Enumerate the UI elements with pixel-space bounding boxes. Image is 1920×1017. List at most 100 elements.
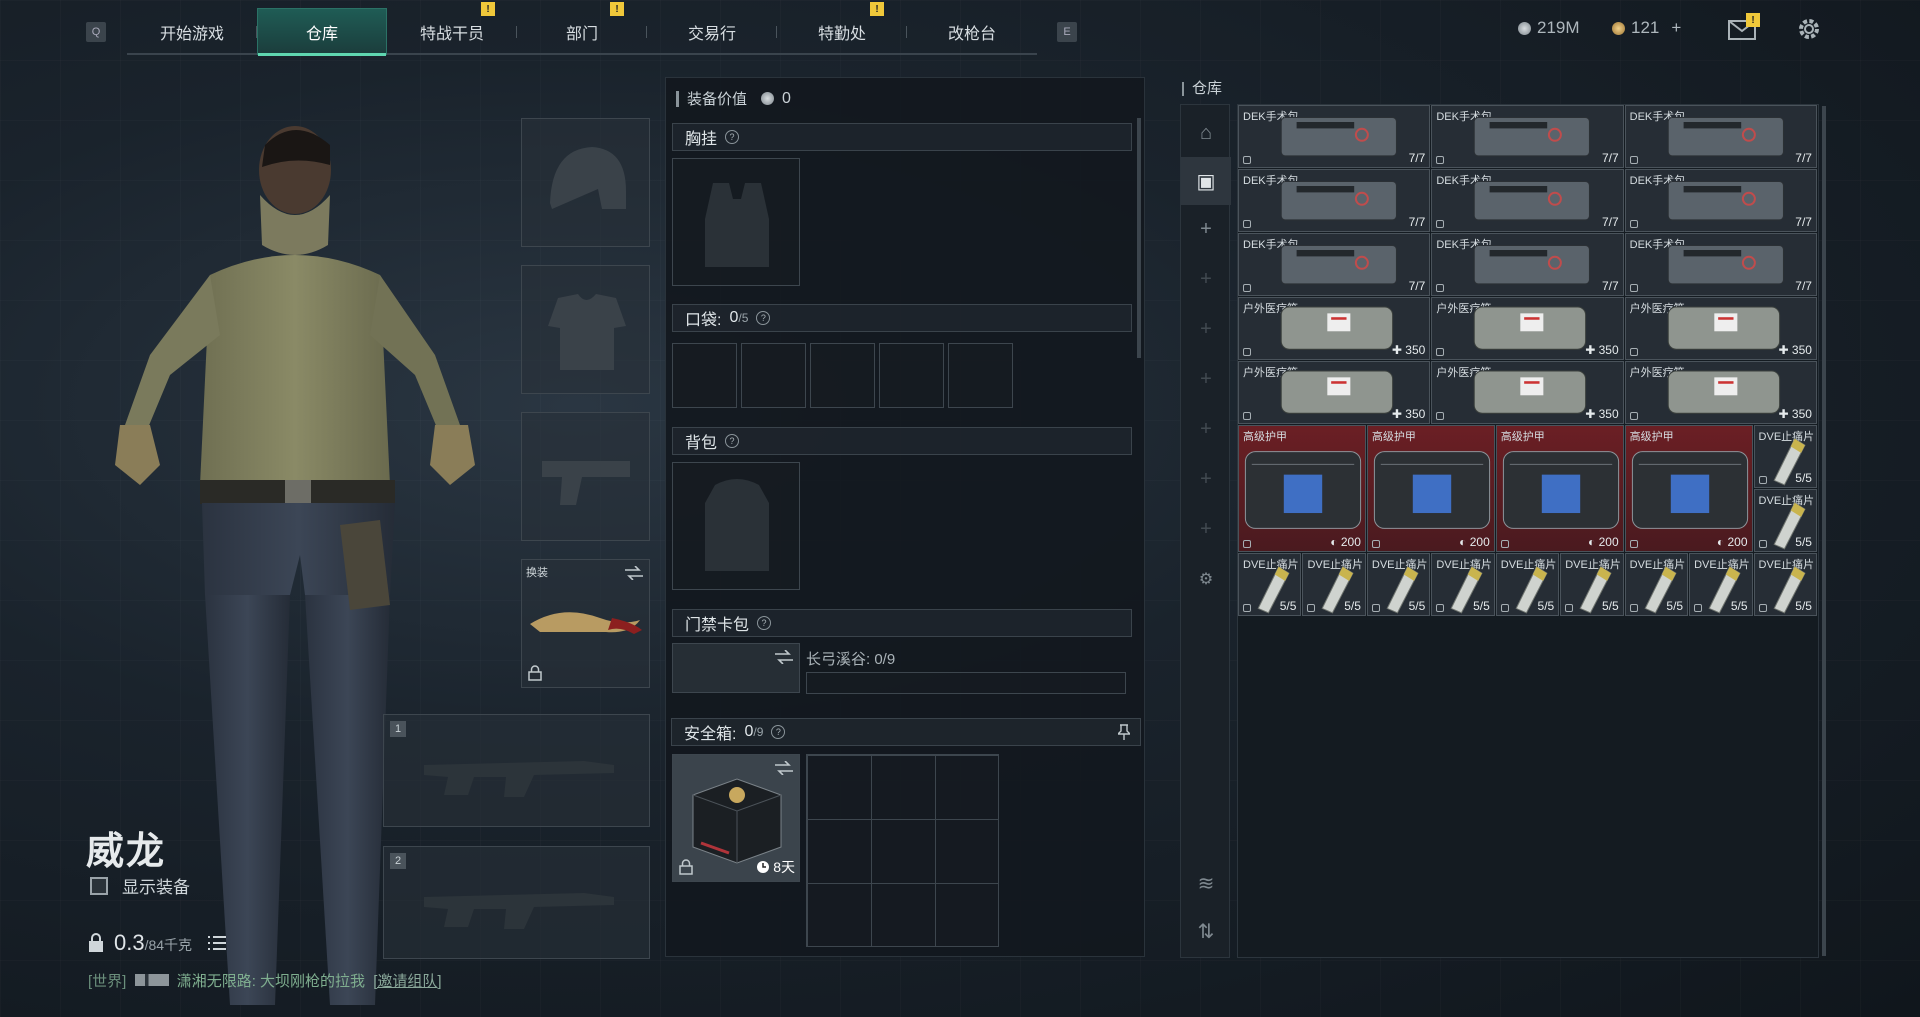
armor-icon	[1244, 451, 1362, 529]
help-icon[interactable]: ?	[757, 616, 772, 630]
warehouse-item[interactable]: DVE止痛片 5/5	[1560, 553, 1624, 616]
warehouse-item[interactable]: DEK手术包 7/7	[1624, 169, 1817, 232]
list-icon[interactable]	[208, 935, 227, 951]
pocket-slot[interactable]	[948, 343, 1013, 408]
add-tab-icon[interactable]: +	[1181, 405, 1231, 453]
surgical-kit-icon	[1280, 181, 1397, 221]
add-tab-icon[interactable]: +	[1181, 305, 1231, 353]
warehouse-item[interactable]: DEK手术包 7/7	[1431, 169, 1624, 232]
surgical-kit-icon	[1474, 181, 1591, 221]
add-tab-icon[interactable]: +	[1181, 255, 1231, 303]
warehouse-item[interactable]: DVE止痛片 5/5	[1495, 553, 1560, 616]
help-icon[interactable]: ?	[725, 130, 740, 144]
pin-icon[interactable]	[1118, 724, 1130, 740]
settings-gear-icon[interactable]	[1796, 16, 1822, 42]
show-equipment-checkbox[interactable]	[90, 876, 108, 895]
safebox-grid[interactable]	[806, 754, 999, 947]
warehouse-item[interactable]: 户外医疗箱 ✚ 350	[1238, 297, 1431, 360]
help-icon[interactable]: ?	[725, 434, 740, 448]
loadout-scrollbar[interactable]	[1137, 118, 1141, 358]
warehouse-item[interactable]: 户外医疗箱 ✚ 350	[1624, 297, 1817, 360]
add-tab-icon[interactable]: +	[1181, 355, 1231, 403]
warehouse-item[interactable]: DVE止痛片 5/5	[1624, 553, 1689, 616]
sort-icon[interactable]: ⇅	[1181, 907, 1231, 955]
warehouse-item[interactable]: DEK手术包 7/7	[1238, 169, 1431, 232]
warehouse-item[interactable]: 户外医疗箱 ✚ 350	[1624, 361, 1817, 424]
helmet-slot[interactable]	[521, 118, 650, 247]
warehouse-item[interactable]: DVE止痛片 5/5	[1753, 425, 1817, 488]
warehouse-item[interactable]: 高级护甲 ◐ 200	[1366, 425, 1495, 552]
swap-icon[interactable]	[625, 566, 643, 580]
add-tab-icon[interactable]: +	[1181, 455, 1231, 503]
warehouse-item[interactable]: DEK手术包 7/7	[1624, 105, 1817, 168]
warehouse-item[interactable]: DEK手术包 7/7	[1238, 105, 1431, 168]
warehouse-settings-icon[interactable]: ⚙	[1181, 555, 1231, 603]
help-icon[interactable]: ?	[756, 311, 771, 325]
warehouse-item[interactable]: 高级护甲 ◐ 200	[1238, 425, 1366, 552]
tab-trading[interactable]: 交易行	[647, 8, 777, 55]
warehouse-item[interactable]: DVE止痛片 5/5	[1238, 553, 1302, 616]
tab-label: 仓库	[305, 25, 338, 43]
warehouse-item[interactable]: DEK手术包 7/7	[1431, 233, 1624, 296]
tab-department[interactable]: 部门!	[517, 2, 647, 55]
tab-special-ops[interactable]: 特勤处!	[777, 2, 907, 55]
pocket-slot[interactable]	[672, 343, 737, 408]
pistol-slot[interactable]	[521, 412, 650, 541]
safebox-slot[interactable]: 8天	[672, 754, 800, 882]
warehouse-item[interactable]: DVE止痛片 5/5	[1689, 553, 1753, 616]
surgical-kit-icon	[1667, 181, 1784, 221]
tab-operators[interactable]: 特战干员!	[387, 2, 517, 55]
warehouse-item[interactable]: 高级护甲 ◐ 200	[1495, 425, 1624, 552]
secondary-weapon-slot[interactable]: 2	[383, 846, 650, 959]
add-tab-icon[interactable]: +	[1181, 205, 1231, 253]
gold-currency[interactable]: 121 +	[1612, 18, 1681, 38]
pocket-slot[interactable]	[741, 343, 806, 408]
warehouse-item[interactable]: 户外医疗箱 ✚ 350	[1238, 361, 1431, 424]
item-count: 5/5	[1795, 599, 1812, 613]
backpack-label: 背包	[685, 435, 718, 452]
warehouse-item[interactable]: DVE止痛片 5/5	[1366, 553, 1431, 616]
primary-weapon-slot[interactable]: 1	[383, 714, 650, 827]
warehouse-item[interactable]: DEK手术包 7/7	[1624, 233, 1817, 296]
warehouse-item[interactable]: 高级护甲 ◐ 200	[1624, 425, 1753, 552]
warehouse-item[interactable]: DEK手术包 7/7	[1238, 233, 1431, 296]
add-currency-button[interactable]: +	[1671, 18, 1681, 38]
pocket-slot[interactable]	[879, 343, 944, 408]
silver-currency[interactable]: 219M	[1518, 18, 1580, 38]
armor-icon	[1502, 451, 1619, 529]
warehouse-item[interactable]: DVE止痛片 5/5	[1753, 489, 1817, 552]
warehouse-item[interactable]: DVE止痛片 5/5	[1302, 553, 1366, 616]
warehouse-scrollbar[interactable]	[1822, 106, 1826, 956]
swap-icon[interactable]	[775, 650, 793, 664]
keycard-slot[interactable]	[672, 643, 800, 693]
warehouse-item[interactable]: DVE止痛片 5/5	[1431, 553, 1495, 616]
layers-icon[interactable]: ≋	[1181, 859, 1231, 907]
help-icon[interactable]: ?	[771, 725, 786, 739]
item-count: 5/5	[1537, 599, 1555, 613]
warehouse-home-icon[interactable]: ⌂	[1181, 109, 1231, 157]
body-armor-slot[interactable]	[521, 265, 650, 394]
rifle-icon	[424, 893, 614, 929]
add-tab-icon[interactable]: +	[1181, 505, 1231, 553]
chat-line[interactable]: [世界] 潇湘无限路: 大坝刚枪的拉我 [邀请组队]	[88, 970, 442, 991]
surgical-kit-icon	[1280, 117, 1397, 157]
tab-start-game[interactable]: 开始游戏	[127, 8, 257, 55]
pocket-slot[interactable]	[810, 343, 875, 408]
warehouse-item[interactable]: DVE止痛片 5/5	[1753, 553, 1817, 616]
bind-icon	[1436, 284, 1445, 292]
tab-warehouse[interactable]: 仓库	[257, 8, 387, 56]
bind-icon	[1500, 540, 1509, 548]
mail-icon[interactable]: !	[1728, 13, 1760, 40]
melee-slot[interactable]: 换装	[521, 559, 650, 688]
warehouse-expand-icon[interactable]: ▣	[1181, 157, 1231, 205]
tab-gunsmith[interactable]: 改枪台	[907, 8, 1037, 55]
backpack-slot[interactable]	[672, 462, 800, 590]
show-equipment-toggle[interactable]: 显示装备	[90, 873, 190, 898]
warehouse-item[interactable]: DEK手术包 7/7	[1431, 105, 1624, 168]
chest-rig-slot[interactable]	[672, 158, 800, 286]
warehouse-item[interactable]: 户外医疗箱 ✚ 350	[1431, 297, 1624, 360]
swap-icon[interactable]	[775, 761, 793, 775]
invite-team-link[interactable]: [邀请组队]	[373, 973, 441, 990]
surgical-kit-icon	[1280, 245, 1397, 285]
warehouse-item[interactable]: 户外医疗箱 ✚ 350	[1431, 361, 1624, 424]
